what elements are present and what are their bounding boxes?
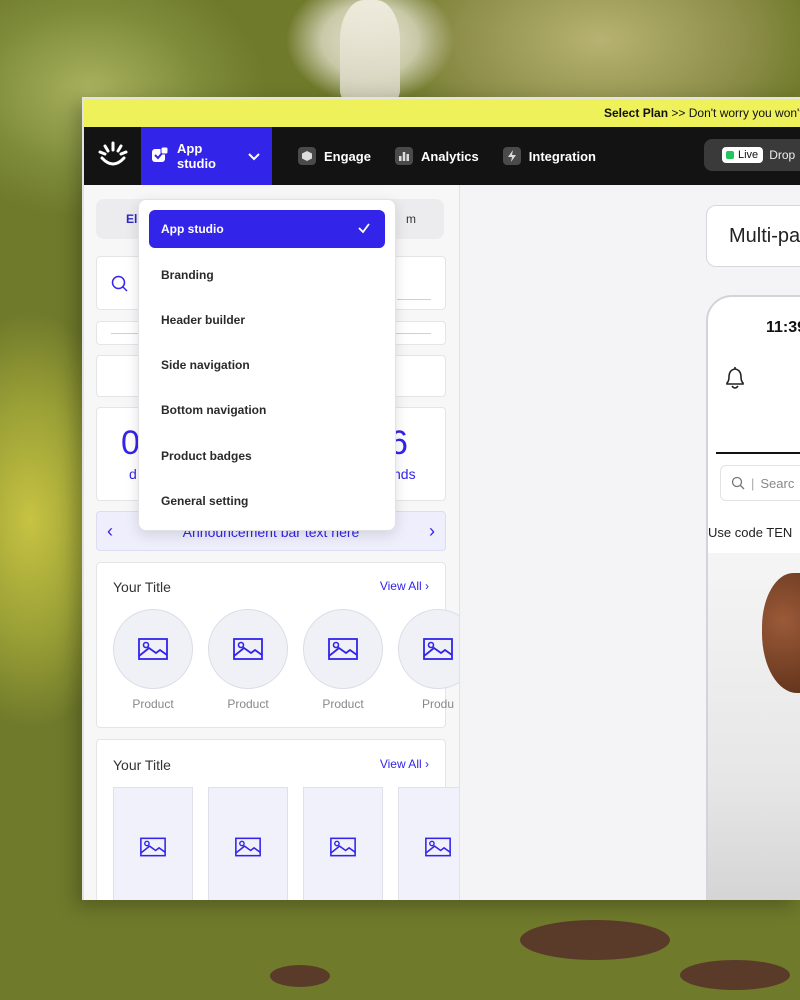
live-badge: Live xyxy=(722,147,764,163)
view-all-label: View All xyxy=(379,757,422,771)
product-caption: Product xyxy=(322,697,364,711)
dropdown-item-branding[interactable]: Branding xyxy=(149,256,385,294)
nav-engage-label: Engage xyxy=(324,148,371,164)
promo-code-text: Use code TEN xyxy=(708,525,793,540)
product-caption: Product xyxy=(132,697,174,711)
dropdown-item-label: App studio xyxy=(161,222,224,236)
dropdown-item-side-navigation[interactable]: Side navigation xyxy=(149,346,385,384)
dropdown-item-header-builder[interactable]: Header builder xyxy=(149,301,385,339)
product-circles-section: Your Title View All › Product Product Pr… xyxy=(96,562,459,728)
product-caption: Product xyxy=(227,697,269,711)
countdown-unit-left: d xyxy=(129,466,137,482)
live-dot-icon xyxy=(726,151,734,159)
chevron-right-icon[interactable]: › xyxy=(429,521,435,542)
image-icon xyxy=(235,837,261,857)
chevron-down-icon xyxy=(248,149,260,164)
search-icon[interactable] xyxy=(111,275,129,298)
dropdown-item-product-badges[interactable]: Product badges xyxy=(149,437,385,475)
dropdown-item-label: Product badges xyxy=(161,449,252,463)
view-all-link[interactable]: View All › xyxy=(380,579,429,593)
countdown-unit-right: nds xyxy=(393,466,416,482)
nav-analytics-label: Analytics xyxy=(420,148,479,164)
tab-underline xyxy=(716,452,800,454)
section-title: Your Title xyxy=(113,579,171,595)
brand-logo-icon[interactable] xyxy=(84,127,141,185)
image-icon xyxy=(330,837,356,857)
search-placeholder: Searc xyxy=(760,475,795,491)
product-tile-placeholder[interactable] xyxy=(303,787,383,900)
nav-integration-label: Integration xyxy=(528,148,596,164)
segment-tab-left[interactable]: El xyxy=(126,203,137,235)
image-icon xyxy=(328,638,358,660)
product-tiles-section: Your Title View All › xyxy=(96,739,459,900)
nav-app-studio-label: App studio xyxy=(177,141,216,171)
phone-search-field[interactable]: | Searc xyxy=(720,465,800,501)
image-icon xyxy=(425,837,451,857)
phone-clock: 11:39 xyxy=(766,319,800,336)
nav-integration[interactable]: Integration xyxy=(491,127,608,185)
search-divider: | xyxy=(751,475,755,491)
top-nav-bar: App studio Engage Analytics Integration xyxy=(84,127,800,185)
nav-engage[interactable]: Engage xyxy=(286,127,383,185)
image-icon xyxy=(140,837,166,857)
live-label: Live xyxy=(738,149,759,161)
check-icon xyxy=(357,221,371,238)
search-icon xyxy=(731,476,745,490)
image-icon xyxy=(138,638,168,660)
phone-preview: 11:39 U | Searc Use code TEN xyxy=(706,295,800,900)
product-tile-placeholder[interactable] xyxy=(398,787,459,900)
nav-analytics[interactable]: Analytics xyxy=(383,127,491,185)
segment-tab-right[interactable]: m xyxy=(406,203,416,235)
view-all-link[interactable]: View All › xyxy=(380,757,429,771)
bolt-icon xyxy=(502,147,521,165)
promo-bar: Select Plan >> Don't worry you won't b xyxy=(84,99,800,127)
bell-icon[interactable] xyxy=(724,365,746,396)
dropdown-item-label: Side navigation xyxy=(161,358,250,372)
product-image-placeholder[interactable] xyxy=(398,609,459,689)
nav-app-studio[interactable]: App studio xyxy=(141,127,272,185)
product-image-placeholder[interactable] xyxy=(113,609,193,689)
promo-message: >> Don't worry you won't b xyxy=(671,106,800,120)
bar-chart-icon xyxy=(394,147,413,165)
dropdown-item-label: Header builder xyxy=(161,313,246,327)
dropdown-item-app-studio[interactable]: App studio xyxy=(149,210,385,248)
dropdown-item-general-setting[interactable]: General setting xyxy=(149,482,385,520)
hero-image xyxy=(708,553,800,900)
dropdown-item-bottom-navigation[interactable]: Bottom navigation xyxy=(149,391,385,429)
product-image-placeholder[interactable] xyxy=(208,609,288,689)
app-studio-icon xyxy=(151,146,169,167)
image-icon xyxy=(233,638,263,660)
product-tile-placeholder[interactable] xyxy=(208,787,288,900)
dropdown-item-label: Bottom navigation xyxy=(161,403,267,417)
image-icon xyxy=(423,638,453,660)
product-image-placeholder[interactable] xyxy=(303,609,383,689)
product-caption: Produ xyxy=(421,697,455,711)
select-plan-link[interactable]: Select Plan xyxy=(604,106,668,120)
drop-label: Drop xyxy=(769,148,796,162)
product-tile-placeholder[interactable] xyxy=(113,787,193,900)
cube-icon xyxy=(298,147,316,165)
dropdown-item-label: General setting xyxy=(161,494,249,508)
live-status-dropdown[interactable]: Live Drop xyxy=(704,139,800,171)
dropdown-item-label: Branding xyxy=(161,268,214,282)
section-title: Your Title xyxy=(113,757,171,773)
app-studio-dropdown: App studio Branding Header builder Side … xyxy=(138,199,396,531)
plan-title: Multi-pa xyxy=(729,224,800,247)
view-all-label: View All xyxy=(379,579,422,593)
plan-selector[interactable]: Multi-pa xyxy=(706,205,800,267)
